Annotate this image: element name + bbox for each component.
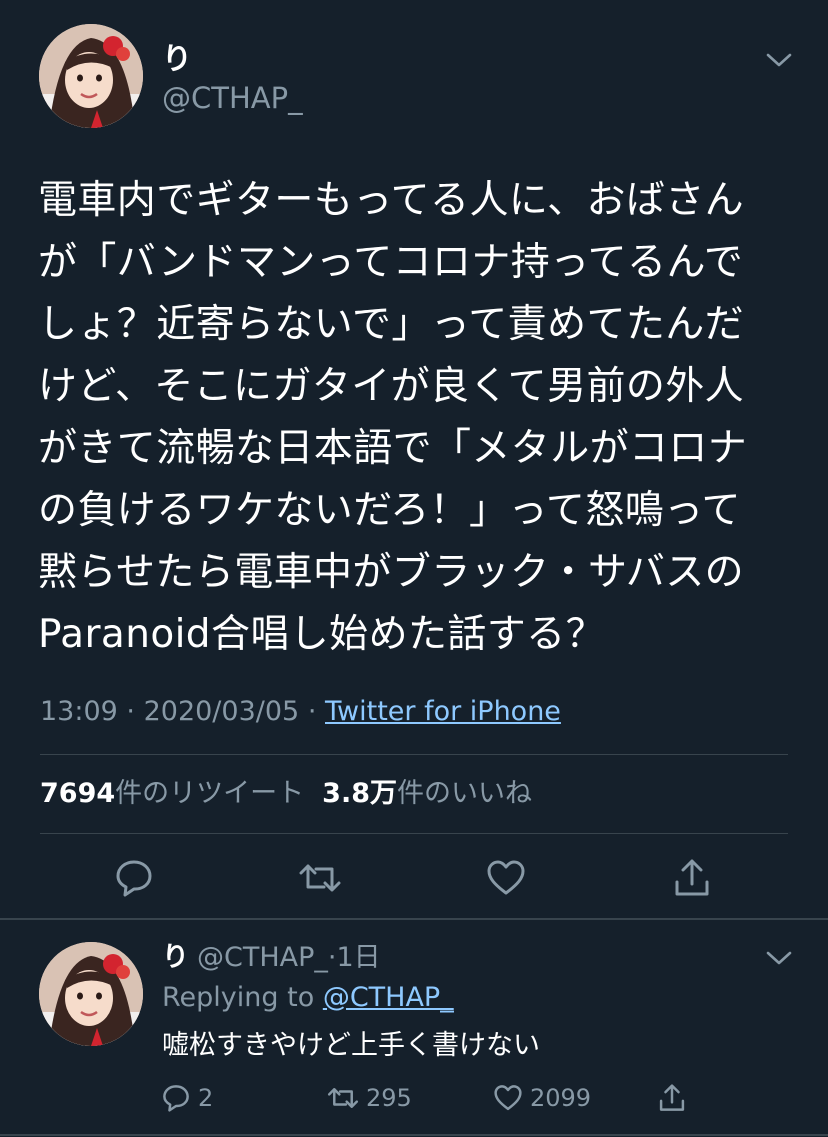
avatar[interactable]: [39, 942, 143, 1046]
reply-time: 1日: [336, 942, 381, 973]
retweet-action[interactable]: 295: [326, 1080, 412, 1116]
like-icon[interactable]: [484, 856, 528, 900]
tweet-date: 2020/03/05: [143, 696, 300, 727]
reply-header: り @CTHAP_·1日: [162, 940, 381, 976]
tweet-body-line: 黙らせたら電車中がブラック・サバスの: [38, 550, 745, 595]
like-count: 3.8万: [322, 778, 397, 809]
tweet-body-line: が「バンドマンってコロナ持ってるんで: [38, 240, 744, 285]
retweet-count: 7694: [40, 778, 116, 809]
reply-body: 嘘松すきやけど上手く書けない: [162, 1030, 540, 1061]
retweet-count: 295: [366, 1084, 412, 1112]
replying-to: Replying to @CTHAP_: [162, 980, 454, 1016]
share-icon[interactable]: [670, 856, 714, 900]
replying-to-link[interactable]: @CTHAP_: [323, 982, 454, 1013]
tweet-source-link[interactable]: Twitter for iPhone: [325, 696, 561, 727]
tweet-body: 電車内でギターもってる人に、おばさん が「バンドマンってコロナ持ってるんで しょ…: [38, 170, 798, 666]
like-label: 件のいいね: [397, 778, 532, 809]
tweet-body-line: Paranoid合唱し始めた話する？: [38, 612, 605, 657]
reply-action[interactable]: 2: [160, 1080, 213, 1116]
meta-dot: ·: [126, 696, 135, 727]
tweet-stats: 7694件のリツイート 3.8万件のいいね: [40, 776, 532, 812]
divider: [40, 754, 788, 755]
retweets-stat[interactable]: 7694件のリツイート: [40, 778, 304, 809]
retweet-icon[interactable]: [298, 856, 342, 900]
likes-stat[interactable]: 3.8万件のいいね: [322, 778, 532, 809]
reply-icon[interactable]: [112, 856, 156, 900]
tweet-body-line: の負けるワケないだろ！」って怒鳴って: [38, 488, 741, 533]
avatar[interactable]: [39, 24, 143, 128]
tweet-meta: 13:09 · 2020/03/05 · Twitter for iPhone: [40, 694, 561, 730]
tweet-body-line: しょ？近寄らないで」って責めてたんだ: [38, 302, 745, 347]
reply-icon: [160, 1082, 198, 1114]
meta-dot: ·: [327, 942, 337, 973]
tweet-body-line: けど、そこにガタイが良くて男前の外人: [38, 364, 745, 409]
retweet-icon: [326, 1082, 366, 1114]
tweet-time: 13:09: [40, 696, 118, 727]
section-separator: [0, 1134, 828, 1136]
reply-count: 2: [198, 1084, 214, 1112]
share-icon[interactable]: [656, 1080, 694, 1116]
retweet-label: 件のリツイート: [115, 778, 305, 809]
replying-label: Replying to: [162, 982, 315, 1013]
tweet-body-line: 電車内でギターもってる人に、おばさん: [38, 178, 745, 223]
section-separator: [0, 918, 828, 920]
chevron-down-icon[interactable]: [764, 948, 794, 968]
like-count: 2099: [530, 1084, 592, 1112]
user-handle[interactable]: @CTHAP_: [162, 80, 303, 116]
chevron-down-icon[interactable]: [764, 50, 794, 70]
divider: [40, 833, 788, 834]
user-handle[interactable]: @CTHAP_: [197, 942, 328, 973]
like-icon: [492, 1082, 530, 1114]
main-tweet: り @CTHAP_ 電車内でギターもってる人に、おばさん が「バンドマンってコロ…: [0, 0, 828, 920]
like-action[interactable]: 2099: [492, 1080, 591, 1116]
display-name[interactable]: り: [162, 942, 189, 973]
display-name[interactable]: り: [162, 42, 192, 78]
tweet-body-line: がきて流暢な日本語で「メタルがコロナ: [38, 426, 748, 471]
meta-dot: ·: [307, 696, 317, 727]
